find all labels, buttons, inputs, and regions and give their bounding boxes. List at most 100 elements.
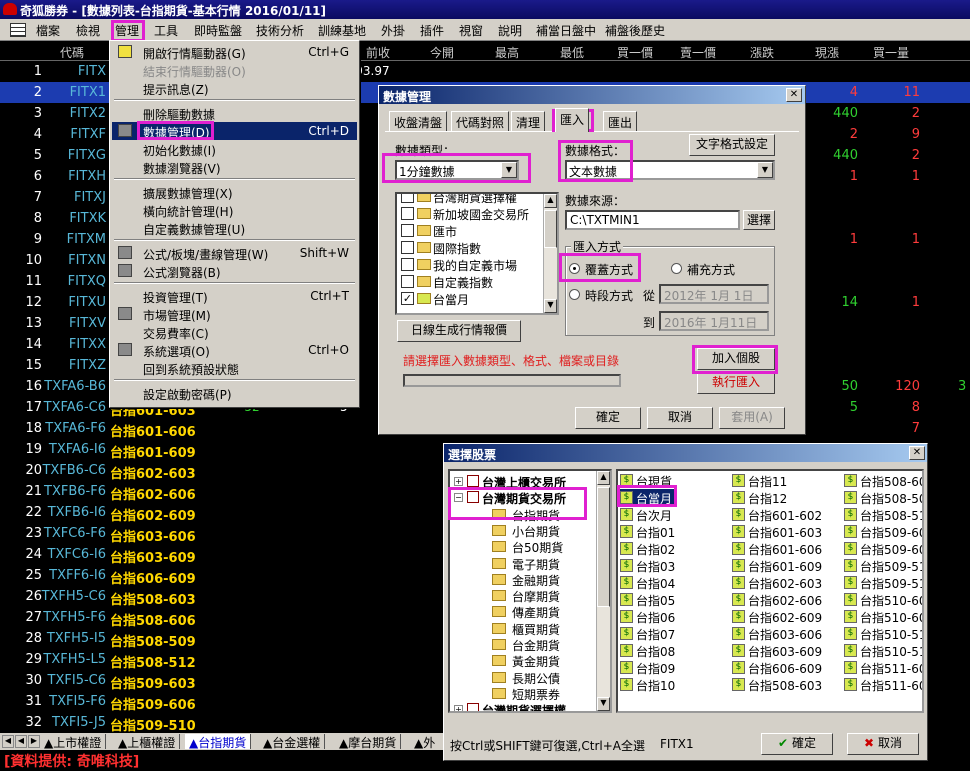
stock-cancel-button[interactable]: ✖ 取消 <box>847 733 919 755</box>
menu-item[interactable]: 數據瀏覽器(V) <box>112 158 357 176</box>
stock-item[interactable]: $ 台指602-606 <box>732 591 844 608</box>
menu-item[interactable]: 交易費率(C) <box>112 323 357 341</box>
menu-intraday[interactable]: 補當日盤中 <box>536 22 596 39</box>
menu-manage[interactable]: 管理 <box>115 22 139 39</box>
stock-item[interactable]: $台指510-511 <box>844 625 922 642</box>
expand-icon[interactable]: + <box>454 705 463 711</box>
append-label[interactable]: 補充方式 <box>687 261 735 278</box>
stock-item[interactable]: $台指510-606 <box>844 608 922 625</box>
menu-item[interactable]: 設定啟動密碼(P) <box>112 384 357 402</box>
format-select[interactable]: 文本數據 ▼ <box>565 160 775 180</box>
sheet-tab-listed-warrant[interactable]: ▲上市權證 <box>40 734 107 750</box>
market-item[interactable]: ✓ 台當月 <box>399 290 539 307</box>
stock-item[interactable]: $ 台現貨 <box>620 472 732 489</box>
header-open[interactable]: 今開 <box>430 44 454 61</box>
stock-item[interactable]: $ 台指508-603 <box>732 676 844 693</box>
tree-node[interactable]: 傳產期貨 <box>450 603 594 620</box>
scroll-thumb[interactable] <box>544 210 557 248</box>
header-prev-close[interactable]: 前收 <box>366 44 390 61</box>
ok-button[interactable]: 確定 <box>575 407 641 429</box>
close-icon[interactable]: ✕ <box>786 88 802 102</box>
sheet-tab-otc-warrant[interactable]: ▲上櫃權證 <box>114 734 181 750</box>
stock-item[interactable]: $ 台當月 <box>620 489 676 506</box>
stock-item[interactable]: $ 台指08 <box>620 642 732 659</box>
menu-item[interactable]: 公式/板塊/畫線管理(W) Shift+W <box>112 244 357 262</box>
tab-next-icon[interactable]: ▶ <box>28 735 40 748</box>
tab-code-map[interactable]: 代碼對照 <box>451 111 510 131</box>
tree-node[interactable]: + 台灣上櫃交易所 <box>450 473 594 490</box>
market-item[interactable]: 我的自定義市場 <box>399 256 539 273</box>
stock-item[interactable]: $ 台指603-606 <box>732 625 844 642</box>
menu-plugin[interactable]: 插件 <box>420 22 444 39</box>
market-checkbox[interactable] <box>401 194 414 203</box>
menu-monitor[interactable]: 即時監盤 <box>194 22 242 39</box>
menu-item[interactable]: 初始化數據(I) <box>112 140 357 158</box>
menu-item[interactable]: 投資管理(T) Ctrl+T <box>112 287 357 305</box>
text-format-button[interactable]: 文字格式設定 <box>689 134 775 156</box>
tab-prev-icon[interactable]: ◀ <box>15 735 27 748</box>
source-input[interactable]: C:\TXTMIN1 <box>565 210 740 230</box>
tree-node[interactable]: − 台灣期貨交易所 <box>450 489 594 506</box>
menu-item[interactable]: 自定義數據管理(U) <box>112 219 357 237</box>
grid-icon[interactable] <box>10 23 26 37</box>
append-radio[interactable] <box>671 263 682 274</box>
market-scrollbar[interactable]: ▲ ▼ <box>543 194 557 313</box>
stock-item[interactable]: $ 台指602-609 <box>732 608 844 625</box>
tree-node[interactable]: 短期票券 <box>450 685 594 702</box>
tree-node[interactable]: 台指期貨 <box>450 506 594 523</box>
tab-close-clear[interactable]: 收盤清盤 <box>389 111 448 131</box>
menu-item[interactable]: 擴展數據管理(X) <box>112 183 357 201</box>
stock-item[interactable]: $ 台指601-602 <box>732 506 844 523</box>
market-item[interactable]: 新加坡國金交易所 <box>399 205 539 222</box>
sheet-tab-forex[interactable]: ▲外匯 <box>410 734 445 767</box>
market-item[interactable]: 匯市 <box>399 222 539 239</box>
menu-item[interactable]: 刪除驅動數據 <box>112 104 357 122</box>
add-stock-button[interactable]: 加入個股 <box>697 348 775 370</box>
tab-import[interactable]: 匯入 <box>555 108 590 132</box>
tree-scrollbar[interactable]: ▲ ▼ <box>596 471 610 711</box>
menu-training[interactable]: 訓練基地 <box>318 22 366 39</box>
stock-item[interactable]: $台指509-603 <box>844 523 922 540</box>
scroll-down-icon[interactable]: ▼ <box>544 299 557 313</box>
tree-node[interactable]: 台50期貨 <box>450 538 594 555</box>
market-item[interactable]: 國際指數 <box>399 239 539 256</box>
from-date[interactable]: 2012年 1月 1日 <box>659 284 769 304</box>
browse-button[interactable]: 選擇 <box>743 210 775 230</box>
tree-node[interactable]: 金融期貨 <box>450 571 594 588</box>
header-ask[interactable]: 賣一價 <box>680 44 716 61</box>
header-change[interactable]: 漲跌 <box>750 44 774 61</box>
header-bid-vol[interactable]: 買一量 <box>873 44 909 61</box>
stock-item[interactable]: $ 台指03 <box>620 557 732 574</box>
market-item[interactable]: 台灣期貨選擇權 <box>399 194 539 205</box>
tab-clean[interactable]: 清理 <box>511 111 546 131</box>
sheet-tab-gold-options[interactable]: ▲台金選權 <box>259 734 326 750</box>
menu-item[interactable]: 系統選項(O) Ctrl+O <box>112 341 357 359</box>
stock-item[interactable]: $ 台指04 <box>620 574 732 591</box>
market-tree[interactable]: + 台灣上櫃交易所 − 台灣期貨交易所 台指期貨 小台期貨 台50期貨 電子期貨 金融期貨 台摩期… <box>448 469 612 713</box>
stock-list[interactable]: $台現貨$台指11$台指508-606$台當月$台指12$台指508-509$台… <box>616 469 924 713</box>
tree-node[interactable]: 長期公債 <box>450 669 594 686</box>
stock-ok-button[interactable]: ✔ 確定 <box>761 733 833 755</box>
scroll-thumb[interactable] <box>597 487 610 607</box>
close-icon[interactable]: ✕ <box>909 446 925 460</box>
header-code[interactable]: 代碼 <box>60 44 84 61</box>
tab-first-icon[interactable]: ◀ <box>2 735 14 748</box>
tree-node[interactable]: 黃金期貨 <box>450 652 594 669</box>
stock-item[interactable]: $ 台指601-606 <box>732 540 844 557</box>
stock-item[interactable]: $ 台指05 <box>620 591 732 608</box>
stock-item[interactable]: $台指511-606 <box>844 676 922 693</box>
menu-view[interactable]: 檢視 <box>76 22 100 39</box>
menu-item[interactable]: 市場管理(M) <box>112 305 357 323</box>
menu-item[interactable]: 橫向統計管理(H) <box>112 201 357 219</box>
market-item[interactable]: 自定義指數 <box>399 273 539 290</box>
stock-item[interactable]: $台指508-509 <box>844 489 922 506</box>
menu-item[interactable]: 回到系統預設狀態 <box>112 359 357 377</box>
daily-gen-button[interactable]: 日線生成行情報價 <box>397 320 521 342</box>
stock-item[interactable]: $ 台指606-609 <box>732 659 844 676</box>
stock-item[interactable]: $ 台指603-609 <box>732 642 844 659</box>
menu-plugin-ext[interactable]: 外掛 <box>381 22 405 39</box>
tree-node[interactable]: + 台灣期貨選擇權 <box>450 701 594 711</box>
menu-item[interactable]: 公式瀏覽器(B) <box>112 262 357 280</box>
type-select[interactable]: 1分鐘數據 ▼ <box>395 160 519 180</box>
menu-help[interactable]: 說明 <box>498 22 522 39</box>
